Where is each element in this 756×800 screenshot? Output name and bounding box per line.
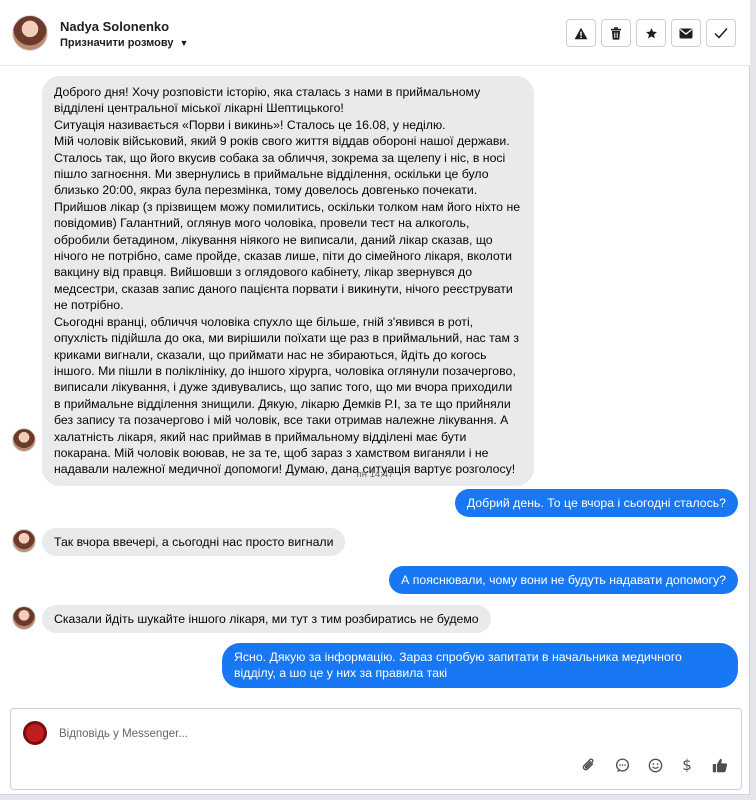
mark-spam-button[interactable] — [566, 19, 596, 47]
dollar-icon: $ — [682, 756, 692, 774]
message-outgoing: А пояснювали, чому вони не будуть надава… — [389, 566, 738, 595]
chevron-down-icon: ▼ — [179, 38, 189, 48]
saved-reply-button[interactable] — [611, 755, 633, 775]
contact-avatar[interactable] — [12, 15, 48, 51]
message-thread[interactable]: Доброго дня! Хочу розповісти історію, як… — [0, 66, 750, 706]
attach-button[interactable] — [578, 755, 600, 775]
message-incoming: Доброго дня! Хочу розповісти історію, як… — [42, 76, 534, 486]
mark-unread-button[interactable] — [671, 19, 701, 47]
reply-composer: $ — [10, 708, 742, 790]
paperclip-icon — [582, 758, 594, 771]
emoji-icon — [648, 758, 662, 772]
check-icon — [714, 28, 728, 39]
trash-icon — [611, 26, 621, 40]
star-icon — [645, 27, 657, 38]
contact-avatar-small — [12, 428, 36, 452]
contact-avatar-small — [12, 529, 36, 553]
message-outgoing: Добрий день. То це вчора і сьогодні стал… — [454, 489, 738, 518]
spam-icon — [574, 27, 588, 39]
assign-label: Призначити розмову — [60, 37, 174, 49]
message-timestamp: пн 14:47 — [356, 469, 394, 480]
envelope-icon — [679, 28, 693, 38]
message-incoming: Сказали йдіть шукайте іншого лікаря, ми … — [42, 605, 491, 634]
messenger-conversation-panel: Nadya Solonenko Призначити розмову ▼ Добр… — [0, 0, 750, 795]
thumbs-up-icon — [712, 758, 728, 772]
message-outgoing: Ясно. Дякую за інформацію. Зараз спробую… — [222, 643, 738, 688]
message-incoming: Так вчора ввечері, а сьогодні нас просто… — [42, 528, 346, 557]
assign-conversation-dropdown[interactable]: Призначити розмову ▼ — [60, 37, 188, 49]
conversation-header: Nadya Solonenko Призначити розмову ▼ — [0, 0, 750, 66]
contact-name[interactable]: Nadya Solonenko — [60, 19, 169, 34]
page-avatar — [23, 721, 47, 745]
contact-avatar-small — [12, 606, 36, 630]
like-button[interactable] — [709, 755, 731, 775]
payment-button[interactable]: $ — [676, 755, 698, 775]
emoji-button[interactable] — [644, 755, 666, 775]
mark-done-button[interactable] — [706, 19, 736, 47]
saved-reply-icon — [615, 757, 629, 772]
delete-button[interactable] — [601, 19, 631, 47]
reply-input[interactable] — [59, 725, 659, 743]
star-button[interactable] — [636, 19, 666, 47]
